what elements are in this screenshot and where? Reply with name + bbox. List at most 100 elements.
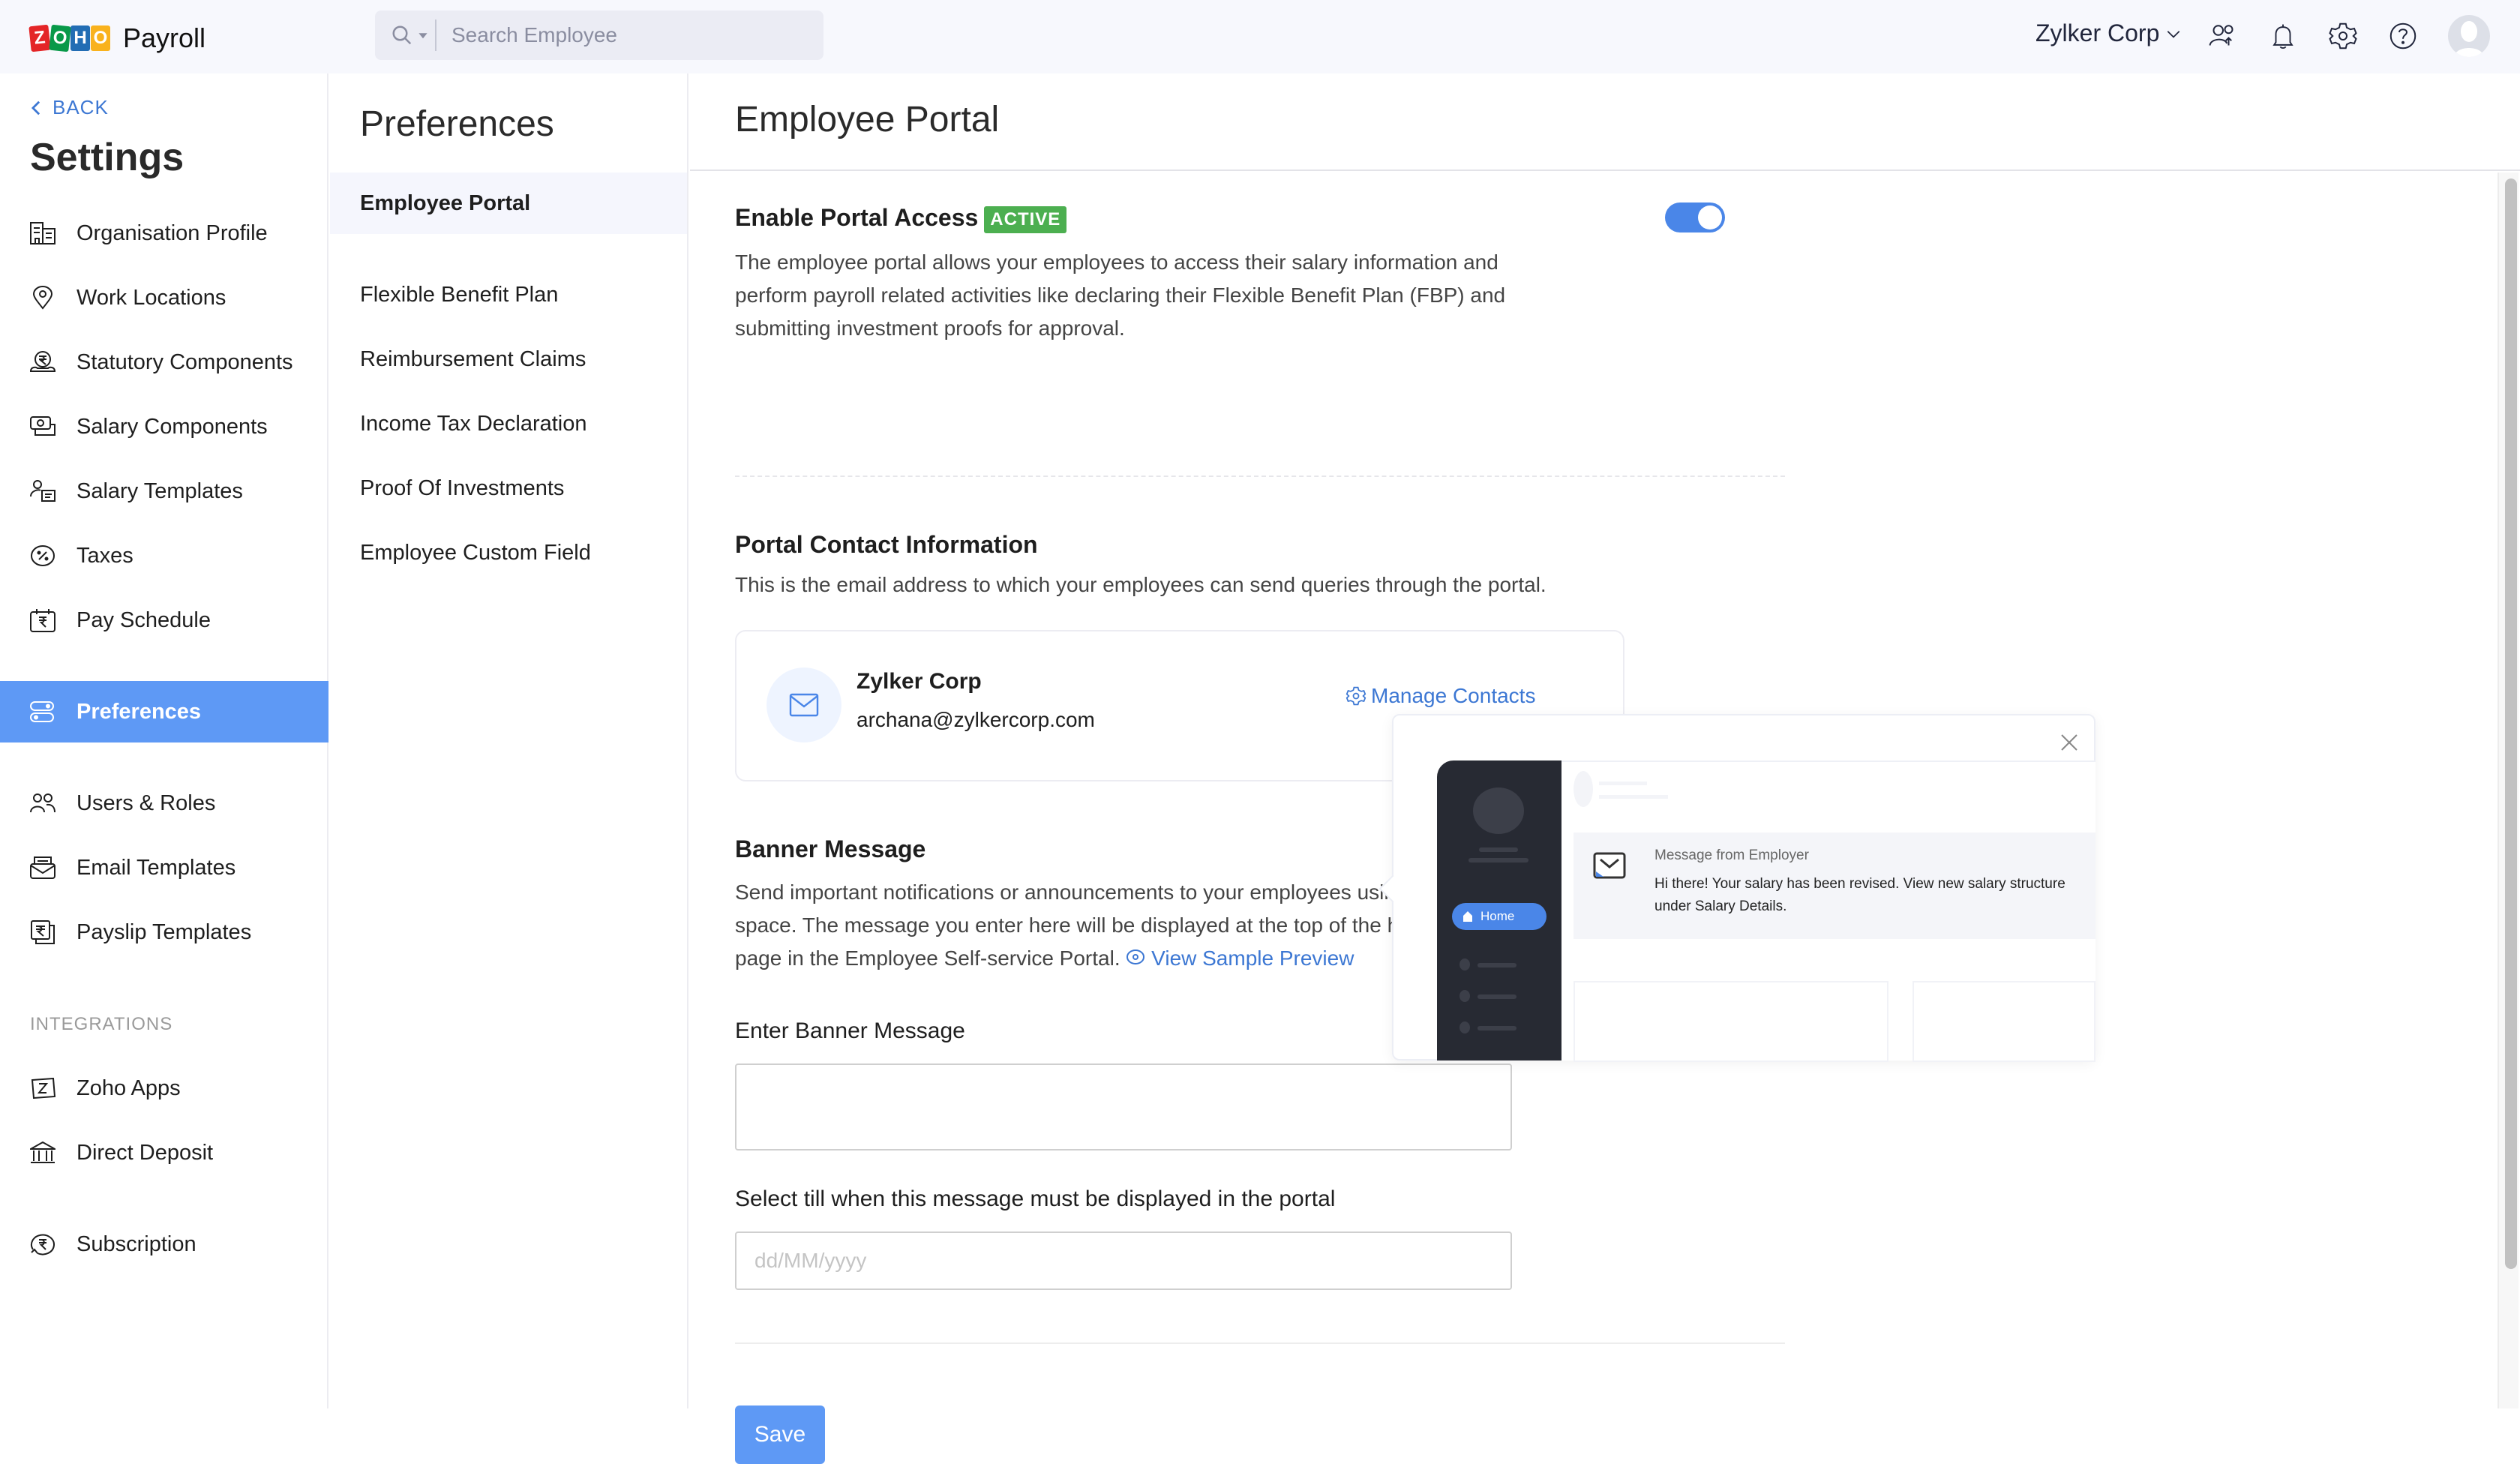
mock-card — [1574, 981, 1888, 1062]
users-switch-icon — [2209, 25, 2234, 46]
mock-message-title: Message from Employer — [1654, 848, 1809, 863]
sidebar-item-direct-deposit[interactable]: Direct Deposit — [0, 1122, 328, 1184]
search-input[interactable] — [452, 23, 812, 47]
mock-line — [1599, 782, 1647, 785]
portal-access-description: The employee portal allows your employee… — [735, 250, 1506, 340]
help-icon — [2390, 22, 2416, 50]
sidebar-item-organisation-profile[interactable]: Organisation Profile — [0, 202, 328, 264]
mock-line — [1478, 1026, 1516, 1030]
help-button[interactable] — [2386, 20, 2420, 52]
contact-email: archana@zylkercorp.com — [856, 708, 1095, 731]
top-bar: Z O H O Payroll Zylker Corp — [0, 0, 2520, 74]
view-sample-preview-link[interactable]: View Sample Preview — [1126, 946, 1354, 970]
search-divider — [435, 20, 436, 51]
settings-title: Settings — [30, 136, 184, 179]
organization-switcher[interactable]: Zylker Corp — [2036, 20, 2182, 47]
notifications-button[interactable] — [2266, 20, 2300, 52]
toggle-knob — [1698, 206, 1722, 230]
subnav-title: Preferences — [360, 104, 554, 144]
sidebar-item-label: Salary Components — [76, 414, 268, 439]
sidebar-item-label: Users & Roles — [76, 790, 216, 815]
switch-users-button[interactable] — [2206, 20, 2240, 52]
sidebar-item-work-locations[interactable]: Work Locations — [0, 267, 328, 328]
page-title: Employee Portal — [735, 100, 1000, 140]
section-divider — [735, 476, 1785, 477]
users-icon — [30, 790, 56, 816]
logo-letter: O — [91, 26, 110, 51]
user-avatar[interactable] — [2448, 15, 2490, 57]
close-preview-button[interactable] — [2060, 728, 2079, 759]
sidebar-item-email-templates[interactable]: Email Templates — [0, 837, 328, 898]
settings-button[interactable] — [2326, 20, 2360, 52]
sidebar-item-label: Direct Deposit — [76, 1140, 214, 1165]
sidebar-item-label: Salary Templates — [76, 478, 243, 503]
percent-icon — [30, 543, 56, 568]
search-bar — [375, 10, 824, 60]
sidebar-item-salary-templates[interactable]: Salary Templates — [0, 460, 328, 522]
mock-portal-sidebar: Home — [1437, 760, 1562, 1060]
sidebar-item-payslip-templates[interactable]: Payslip Templates — [0, 902, 328, 963]
search-icon — [392, 26, 412, 45]
footer-divider — [735, 1342, 1785, 1344]
chevron-left-icon — [31, 100, 40, 115]
caret-down-icon — [418, 33, 428, 39]
avatar-silhouette-icon — [2454, 21, 2484, 57]
sidebar-item-label: Email Templates — [76, 855, 236, 880]
location-pin-icon — [30, 285, 56, 310]
email-template-icon — [30, 855, 56, 880]
sidebar-item-statutory-components[interactable]: Statutory Components — [0, 332, 328, 393]
banner-input-label: Enter Banner Message — [735, 1018, 965, 1043]
zoho-payroll-logo[interactable]: Z O H O Payroll — [28, 22, 206, 54]
sidebar-item-taxes[interactable]: Taxes — [0, 525, 328, 586]
subnav-item-income-tax-declaration[interactable]: Income Tax Declaration — [330, 393, 687, 454]
mock-line — [1479, 848, 1518, 852]
portal-access-title: Enable Portal Access — [735, 204, 979, 231]
content-scrollbar[interactable] — [2498, 172, 2518, 1408]
payslip-icon — [30, 920, 56, 945]
sidebar-item-zoho-apps[interactable]: Zoho Apps — [0, 1058, 328, 1119]
mock-line — [1599, 795, 1668, 799]
mock-banner-message: Message from Employer Hi there! Your sal… — [1574, 832, 2096, 939]
mock-line — [1478, 963, 1516, 968]
sidebar-item-label: Zoho Apps — [76, 1076, 181, 1100]
mail-icon — [789, 693, 819, 717]
sidebar-item-salary-components[interactable]: Salary Components — [0, 396, 328, 458]
manage-contacts-link[interactable]: Manage Contacts — [1346, 684, 1535, 708]
chevron-down-icon — [2168, 30, 2180, 38]
mock-message-body: Hi there! Your salary has been revised. … — [1654, 876, 2066, 914]
manage-contacts-label: Manage Contacts — [1371, 684, 1536, 707]
contact-name: Zylker Corp — [856, 669, 982, 694]
mail-icon — [1593, 852, 1626, 879]
contact-heading: Portal Contact Information — [735, 531, 1038, 558]
building-icon — [30, 220, 56, 246]
org-name: Zylker Corp — [2036, 20, 2160, 46]
date-input-label: Select till when this message must be di… — [735, 1186, 1336, 1211]
portal-access-toggle[interactable] — [1665, 202, 1725, 232]
home-icon — [1463, 911, 1472, 922]
sidebar-item-subscription[interactable]: Subscription — [0, 1214, 328, 1275]
banner-message-textarea[interactable] — [735, 1064, 1512, 1150]
save-button[interactable]: Save — [735, 1406, 825, 1464]
sidebar-item-label: Subscription — [76, 1232, 196, 1256]
display-until-date-input[interactable] — [735, 1232, 1512, 1290]
back-link[interactable]: BACK — [30, 96, 109, 119]
search-filter-button[interactable] — [387, 24, 432, 46]
mail-icon-circle — [766, 668, 842, 742]
mock-portal-main: Message from Employer Hi there! Your sal… — [1562, 760, 2096, 1062]
scrollbar-thumb[interactable] — [2505, 178, 2517, 1269]
mock-line — [1468, 858, 1528, 862]
subnav-item-flexible-benefit-plan[interactable]: Flexible Benefit Plan — [330, 264, 687, 326]
rupee-hand-icon — [30, 350, 56, 375]
logo-letter: H — [70, 26, 90, 51]
subnav-item-employee-custom-field[interactable]: Employee Custom Field — [330, 522, 687, 584]
subnav-item-reimbursement-claims[interactable]: Reimbursement Claims — [330, 328, 687, 390]
sidebar-item-users-roles[interactable]: Users & Roles — [0, 772, 328, 834]
subnav-item-employee-portal[interactable]: Employee Portal — [330, 172, 687, 234]
integrations-heading: INTEGRATIONS — [30, 1014, 173, 1034]
bell-icon — [2272, 24, 2294, 49]
sidebar-item-preferences[interactable]: Preferences — [0, 681, 328, 742]
sidebar-item-pay-schedule[interactable]: Pay Schedule — [0, 590, 328, 651]
eye-icon — [1126, 950, 1145, 964]
subnav-item-proof-of-investments[interactable]: Proof Of Investments — [330, 458, 687, 519]
mock-avatar — [1574, 771, 1593, 807]
